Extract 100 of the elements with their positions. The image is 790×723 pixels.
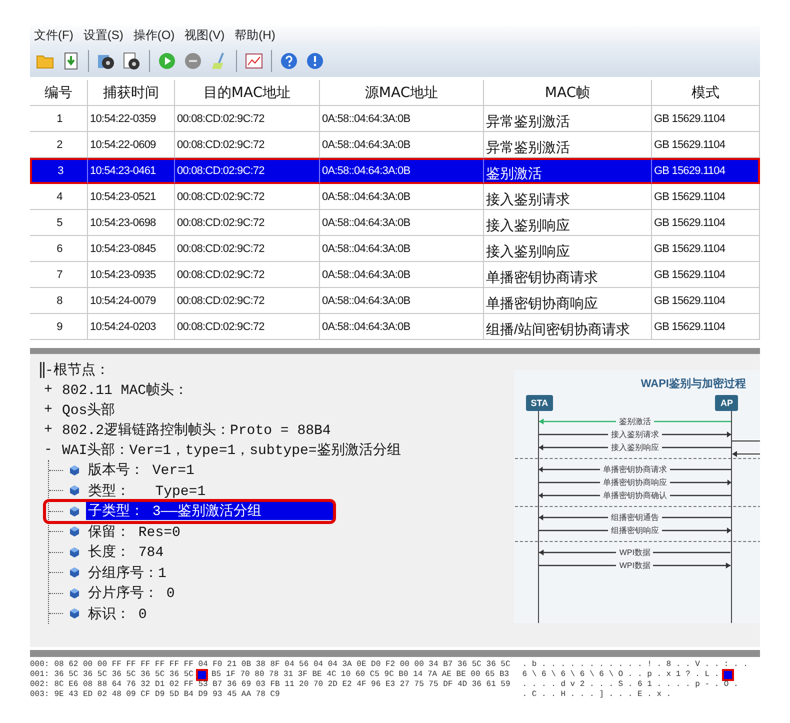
table-cell[interactable]: 0A:58::04:64:3A:0B [320,184,484,210]
menu-item[interactable]: 操作(O) [129,27,179,44]
table-cell[interactable]: 10:54:23-0521 [88,184,175,210]
table-cell[interactable]: 10:54:23-0461 [88,158,175,184]
table-cell[interactable]: GB 15629.1104 [652,288,760,314]
cube-icon [69,464,80,476]
menu-item[interactable]: 设置(S) [79,27,128,44]
table-cell[interactable]: 1 [30,106,88,132]
table-cell[interactable]: 鉴别激活 [484,158,652,184]
menu-item[interactable]: 视图(V) [180,27,229,44]
cube-icon [69,588,80,599]
tree-leaf[interactable]: 标识： 0 [86,604,151,623]
table-cell[interactable]: 7 [30,262,88,288]
table-cell[interactable]: GB 15629.1104 [652,132,760,158]
table-cell[interactable]: 10:54:22-0609 [88,132,175,158]
actor-label: STA [526,395,554,411]
table-cell[interactable]: 异常鉴别激活 [484,132,652,158]
tree-node[interactable]: 802.2逻辑链路控制帧头：Proto = 88B4 [62,421,331,439]
table-cell[interactable]: 0A:58::04:64:3A:0B [320,314,484,340]
tree-leaf[interactable]: 版本号： Ver=1 [86,461,198,480]
table-cell[interactable]: GB 15629.1104 [652,314,760,340]
table-cell[interactable]: 5 [30,210,88,236]
menu-item[interactable]: 帮助(H) [230,27,280,44]
tree-node[interactable]: WAI头部：Ver=1，type=1，subtype=鉴别激活分组 [62,441,401,459]
tree-node[interactable]: Qos头部 [62,401,116,419]
expander-sign[interactable]: + [44,382,54,398]
table-cell[interactable]: GB 15629.1104 [652,236,760,262]
table-cell[interactable]: GB 15629.1104 [652,184,760,210]
hex-bytes: 8C E6 08 88 64 76 32 D1 02 FF 53 B7 36 69 03 FB 11 20 70 2D E2 4F 96 E3 27 75 75 DF 4D 36 61 59 [54,680,510,690]
table-cell[interactable]: 00:08:CD:02:9C:72 [175,288,320,314]
message-label: 单播密钥协商响应 [602,477,668,488]
table-cell[interactable]: 10:54:23-0698 [88,210,175,236]
table-cell[interactable]: 10:54:22-0359 [88,106,175,132]
table-cell[interactable]: GB 15629.1104 [652,106,760,132]
table-cell[interactable]: 00:08:CD:02:9C:72 [175,184,320,210]
ascii-text: . . . . d v 2 . . . S . 6 1 . . . . p - . O . [522,680,738,690]
tree-node[interactable]: 802.11 MAC帧头： [62,381,188,399]
table-cell[interactable]: 组播/站间密钥协商请求 [484,314,652,340]
cube-icon [69,506,80,517]
ascii-text: . b . . . . . . . . . . . ! . 8 . . V . . : . . [522,660,748,670]
table-cell[interactable]: 00:08:CD:02:9C:72 [175,158,320,184]
table-cell[interactable]: 00:08:CD:02:9C:72 [175,132,320,158]
message-label: WPI数据 [618,547,652,558]
tree-leaf[interactable]: 分组序号：1 [86,564,170,582]
table-cell[interactable]: 00:08:CD:02:9C:72 [175,236,320,262]
table-cell[interactable]: 2 [30,132,88,158]
table-cell[interactable]: GB 15629.1104 [652,262,760,288]
table-cell[interactable]: GB 15629.1104 [652,158,760,184]
table-cell[interactable]: 9 [30,314,88,340]
table-cell[interactable]: 4 [30,184,88,210]
tree-leaf[interactable]: 类型： Type=1 [86,482,210,500]
help-icon [280,52,298,70]
table-cell[interactable]: 0A:58::04:64:3A:0B [320,132,484,158]
cube-icon [69,546,80,558]
cube-icon [69,526,80,538]
expander-sign[interactable]: + [44,402,54,418]
hex-offset: 001: [30,670,50,680]
ascii-text: 6 \ 6 \ 6 \ 6 \ 6 \ O . . p . x 1 ? . L . [522,670,720,680]
tree-leaf[interactable]: 保留： Res=0 [86,522,184,541]
table-cell[interactable]: 单播密钥协商响应 [484,288,652,314]
tree-node[interactable]: -根节点： [45,361,110,379]
expander-sign[interactable]: + [44,422,54,438]
menu-item[interactable]: 文件(F) [30,27,78,44]
cube-icon [69,608,80,620]
table-cell[interactable]: 00:08:CD:02:9C:72 [175,210,320,236]
line-chart-icon [245,53,263,69]
play-icon [158,52,176,70]
table-cell[interactable]: 异常鉴别激活 [484,106,652,132]
table-cell[interactable]: 0A:58::04:64:3A:0B [320,106,484,132]
table-cell[interactable]: 接入鉴别响应 [484,236,652,262]
table-cell[interactable]: 接入鉴别请求 [484,184,652,210]
ascii-cursor [724,671,732,679]
table-cell[interactable]: 00:08:CD:02:9C:72 [175,314,320,340]
hex-bytes: 36 5C 36 5C 36 5C 36 5C 36 5C [54,670,194,680]
tree-root-marker [40,362,45,378]
table-cell[interactable]: 3 [30,158,88,184]
table-cell[interactable]: 0A:58::04:64:3A:0B [320,288,484,314]
table-cell[interactable]: 单播密钥协商请求 [484,262,652,288]
table-cell[interactable]: 00:08:CD:02:9C:72 [175,106,320,132]
table-cell[interactable]: GB 15629.1104 [652,210,760,236]
tree-leaf[interactable]: 子类型： 3——鉴别激活分组 [86,502,334,520]
hex-offset: 003: [30,690,50,700]
table-cell[interactable]: 接入鉴别响应 [484,210,652,236]
table-cell[interactable]: 0A:58::04:64:3A:0B [320,262,484,288]
tree-leaf[interactable]: 长度： 784 [86,543,168,562]
disc-icon [97,52,115,70]
table-cell[interactable]: 10:54:23-0845 [88,236,175,262]
message-label: 组播密钥响应 [610,525,660,536]
message-label: WPI数据 [618,560,652,571]
table-cell[interactable]: 10:54:24-0203 [88,314,175,340]
table-cell[interactable]: 0A:58::04:64:3A:0B [320,158,484,184]
tree-leaf[interactable]: 分片序号： 0 [86,584,179,602]
expander-sign[interactable]: - [44,442,54,458]
table-cell[interactable]: 8 [30,288,88,314]
table-cell[interactable]: 6 [30,236,88,262]
table-cell[interactable]: 0A:58::04:64:3A:0B [320,236,484,262]
table-cell[interactable]: 10:54:23-0935 [88,262,175,288]
table-cell[interactable]: 00:08:CD:02:9C:72 [175,262,320,288]
table-cell[interactable]: 10:54:24-0079 [88,288,175,314]
table-cell[interactable]: 0A:58::04:64:3A:0B [320,210,484,236]
